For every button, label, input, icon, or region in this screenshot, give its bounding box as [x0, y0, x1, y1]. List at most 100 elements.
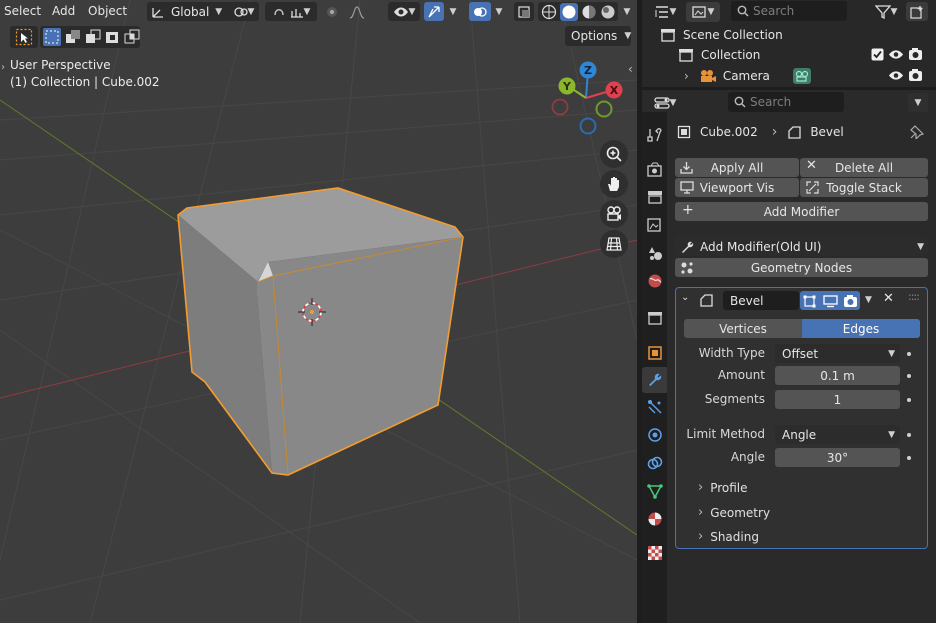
- mode-set-button[interactable]: [43, 28, 62, 46]
- camera-view-button[interactable]: [600, 200, 628, 228]
- mode-subtract-icon[interactable]: [84, 29, 101, 45]
- tab-material[interactable]: [646, 510, 663, 527]
- toolbar-expand-icon[interactable]: ›: [1, 62, 5, 73]
- keyframe-dot-icon[interactable]: [907, 456, 911, 460]
- checkbox-checked-icon[interactable]: [871, 48, 884, 61]
- properties-search-input[interactable]: Search: [728, 92, 844, 112]
- render-icon[interactable]: [843, 294, 858, 308]
- options-dropdown[interactable]: Options ▼: [565, 26, 631, 46]
- shading-dropdown[interactable]: ▼: [620, 2, 634, 21]
- apply-all-button[interactable]: Apply All: [675, 158, 799, 177]
- snap-dropdown[interactable]: ▼: [265, 2, 317, 21]
- edit-mode-icon[interactable]: [803, 293, 818, 308]
- toggle-stack-button[interactable]: Toggle Stack: [800, 178, 928, 197]
- viewport-vis-button[interactable]: Viewport Vis: [675, 178, 799, 197]
- mode-intersect-icon[interactable]: [123, 29, 140, 45]
- new-collection-button[interactable]: [906, 2, 928, 21]
- outliner-row-scene-collection[interactable]: Scene Collection: [660, 25, 930, 45]
- angle-field[interactable]: 30°: [775, 448, 900, 467]
- transform-orientation-dropdown[interactable]: Global ▼: [147, 2, 233, 21]
- x-axis-handle[interactable]: X: [605, 81, 623, 99]
- outliner-search-input[interactable]: Search: [731, 1, 847, 21]
- remove-modifier-close-icon[interactable]: ✕: [883, 291, 894, 306]
- chevron-right-icon[interactable]: ›: [684, 69, 689, 83]
- keyframe-dot-icon[interactable]: [907, 433, 911, 437]
- neg-x-axis-icon[interactable]: [551, 98, 569, 116]
- modifier-extras-chevron-icon[interactable]: ▼: [865, 295, 872, 305]
- amount-field[interactable]: 0.1 m: [775, 366, 900, 385]
- gizmo-dropdown[interactable]: ▼: [446, 2, 460, 21]
- tab-particles[interactable]: [646, 398, 663, 415]
- properties-editor-type-dropdown[interactable]: ▼: [648, 93, 682, 112]
- mode-difference-icon[interactable]: [104, 29, 121, 45]
- show-gizmo-toggle[interactable]: [424, 2, 444, 21]
- solid-shading-button[interactable]: [559, 2, 578, 21]
- navigation-gizmo[interactable]: Z Y X: [545, 58, 627, 138]
- collapse-chevron-icon[interactable]: ⌄: [681, 292, 689, 303]
- pan-button[interactable]: [600, 170, 628, 198]
- realtime-display-icon[interactable]: [822, 294, 838, 308]
- rendered-shading-icon[interactable]: [600, 4, 616, 20]
- viewport-scene[interactable]: [0, 0, 637, 623]
- pin-icon[interactable]: [910, 125, 924, 139]
- affect-vertices-tab[interactable]: Vertices: [684, 319, 802, 338]
- render-camera-icon[interactable]: [908, 68, 923, 82]
- tab-output[interactable]: [646, 188, 663, 205]
- editor-type-dropdown[interactable]: ▼: [648, 2, 682, 22]
- mode-extend-icon[interactable]: [64, 29, 81, 45]
- tool-select-button[interactable]: [10, 26, 38, 48]
- tab-texture[interactable]: [646, 544, 663, 561]
- keyframe-dot-icon[interactable]: [907, 352, 911, 356]
- modifier-name-input[interactable]: Bevel: [723, 291, 799, 310]
- segments-field[interactable]: 1: [775, 390, 900, 409]
- camera-data-badge[interactable]: [792, 68, 811, 84]
- zoom-button[interactable]: [600, 140, 628, 168]
- shading-subpanel-header[interactable]: › Shading: [698, 529, 759, 544]
- tab-modifiers[interactable]: [642, 367, 667, 393]
- width-type-dropdown[interactable]: Offset ▼: [775, 344, 900, 363]
- limit-method-dropdown[interactable]: Angle ▼: [775, 425, 900, 444]
- tab-scene[interactable]: [646, 244, 663, 261]
- properties-options-dropdown[interactable]: ▼: [908, 93, 928, 112]
- tab-collection[interactable]: [646, 309, 663, 326]
- profile-subpanel-header[interactable]: › Profile: [698, 480, 748, 495]
- delete-all-button[interactable]: ✕ Delete All: [800, 158, 928, 177]
- add-modifier-old-dropdown[interactable]: Add Modifier(Old UI) ▼: [675, 237, 928, 256]
- render-camera-icon[interactable]: [908, 47, 923, 61]
- falloff-dropdown[interactable]: [344, 2, 370, 21]
- tab-render[interactable]: [646, 161, 663, 178]
- add-modifier-button[interactable]: + Add Modifier: [675, 202, 928, 221]
- tab-constraints[interactable]: [646, 454, 663, 471]
- filter-dropdown[interactable]: ▼: [871, 2, 901, 21]
- tab-world[interactable]: [646, 272, 663, 289]
- show-overlays-toggle[interactable]: [469, 2, 491, 21]
- menu-add[interactable]: Add: [52, 4, 75, 18]
- menu-select[interactable]: Select: [4, 4, 41, 18]
- pivot-point-dropdown[interactable]: ▼: [229, 2, 259, 21]
- xray-toggle[interactable]: [514, 2, 534, 21]
- z-axis-handle[interactable]: Z: [579, 61, 597, 79]
- drag-handle-icon[interactable]: ::::: [908, 290, 920, 303]
- display-mode-dropdown[interactable]: ▼: [686, 2, 720, 22]
- 3d-viewport[interactable]: Select Add Object Global ▼ ▼ ▼ ▼ ▼ ▼ ▼ O…: [0, 0, 637, 623]
- y-axis-handle[interactable]: Y: [558, 77, 576, 95]
- neg-y-axis-icon[interactable]: [595, 100, 613, 118]
- tab-tool[interactable]: [646, 126, 663, 143]
- keyframe-dot-icon[interactable]: [907, 398, 911, 402]
- material-shading-icon[interactable]: [581, 4, 597, 20]
- perspective-toggle-button[interactable]: [600, 230, 628, 258]
- eye-icon[interactable]: [888, 69, 904, 82]
- tab-object[interactable]: [646, 344, 663, 361]
- wireframe-shading-icon[interactable]: [541, 4, 557, 20]
- geometry-nodes-button[interactable]: Geometry Nodes: [675, 258, 928, 277]
- affect-edges-tab[interactable]: Edges: [802, 319, 920, 338]
- proportional-edit-toggle[interactable]: [322, 2, 342, 21]
- tab-physics[interactable]: [646, 426, 663, 443]
- geometry-subpanel-header[interactable]: › Geometry: [698, 505, 770, 520]
- sidebar-expand-icon[interactable]: ‹: [628, 62, 633, 76]
- menu-object[interactable]: Object: [88, 4, 127, 18]
- neg-z-axis-icon[interactable]: [579, 117, 597, 135]
- overlays-dropdown[interactable]: ▼: [492, 2, 506, 21]
- tab-view-layer[interactable]: [646, 216, 663, 233]
- visibility-dropdown[interactable]: ▼: [388, 2, 420, 21]
